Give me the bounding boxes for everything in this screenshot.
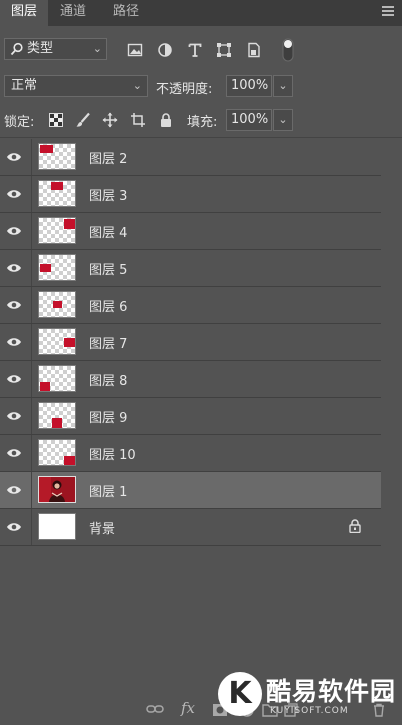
layer-thumbnail bbox=[38, 180, 76, 207]
panel-menu-icon[interactable] bbox=[382, 6, 394, 18]
layer-thumbnail bbox=[38, 254, 76, 281]
adjustment-filter-icon[interactable] bbox=[157, 42, 173, 58]
layer-name: 图层 8 bbox=[89, 374, 128, 389]
layer-name: 图层 5 bbox=[89, 263, 128, 278]
eye-icon[interactable] bbox=[6, 261, 22, 275]
layer-row[interactable]: 图层 4 bbox=[0, 213, 381, 250]
divider bbox=[31, 139, 32, 175]
divider bbox=[0, 137, 402, 138]
fill-dropdown-button[interactable]: ⌄ bbox=[273, 109, 293, 131]
layer-name: 背景 bbox=[89, 522, 116, 537]
layer-row-selected[interactable]: 图层 1 bbox=[0, 472, 381, 509]
eye-icon[interactable] bbox=[6, 335, 22, 349]
smart-object-filter-icon[interactable] bbox=[246, 42, 262, 58]
tab-channels[interactable]: 通道 bbox=[50, 0, 96, 26]
filter-kind-select[interactable]: 类型 ⌄ bbox=[4, 38, 107, 60]
lock-icon[interactable] bbox=[349, 519, 361, 533]
blend-mode-select[interactable]: 正常 ⌄ bbox=[4, 75, 148, 97]
fill-input[interactable]: 100% bbox=[226, 109, 272, 131]
layer-row[interactable]: 图层 2 bbox=[0, 139, 381, 176]
layer-row[interactable]: 图层 6 bbox=[0, 287, 381, 324]
divider bbox=[31, 250, 32, 286]
eye-icon[interactable] bbox=[6, 298, 22, 312]
lock-transparent-pixels-icon[interactable] bbox=[48, 112, 64, 128]
opacity-dropdown-button[interactable]: ⌄ bbox=[273, 75, 293, 97]
lock-fill-bar: 锁定: 填充: 100% ⌄ bbox=[0, 106, 402, 134]
fx-icon[interactable]: fx bbox=[181, 699, 195, 717]
divider bbox=[31, 213, 32, 249]
layer-thumbnail bbox=[38, 365, 76, 392]
watermark-subtitle: KUYISOFT.COM bbox=[270, 706, 349, 716]
filter-kind-label: 类型 bbox=[27, 41, 54, 56]
artboard-lock-icon[interactable] bbox=[130, 112, 146, 128]
layer-thumbnail bbox=[38, 439, 76, 466]
layer-name: 图层 6 bbox=[89, 300, 128, 315]
filter-bar: 类型 ⌄ bbox=[0, 36, 402, 64]
watermark-logo: K bbox=[218, 672, 262, 716]
panel-tabbar: 图层 通道 路径 bbox=[0, 0, 402, 26]
layer-row[interactable]: 图层 5 bbox=[0, 250, 381, 287]
layer-name: 图层 10 bbox=[89, 448, 136, 463]
layer-thumbnail bbox=[38, 402, 76, 429]
layer-row-background[interactable]: 背景 bbox=[0, 509, 381, 546]
layer-thumbnail bbox=[38, 143, 76, 170]
lock-position-icon[interactable] bbox=[102, 112, 118, 128]
divider bbox=[31, 472, 32, 508]
layer-name: 图层 3 bbox=[89, 189, 128, 204]
opacity-label: 不透明度: bbox=[156, 82, 213, 97]
divider bbox=[31, 176, 32, 212]
eye-icon[interactable] bbox=[6, 409, 22, 423]
layer-name: 图层 2 bbox=[89, 152, 128, 167]
type-filter-icon[interactable] bbox=[187, 42, 203, 58]
layer-name: 图层 1 bbox=[89, 485, 128, 500]
tab-paths[interactable]: 路径 bbox=[104, 0, 148, 26]
eye-icon[interactable] bbox=[6, 224, 22, 238]
watermark-title: 酷易软件园 bbox=[266, 677, 397, 706]
watermark: K 酷易软件园 KUYISOFT.COM bbox=[214, 670, 400, 722]
layer-thumbnail bbox=[38, 328, 76, 355]
layer-name: 图层 7 bbox=[89, 337, 128, 352]
blend-opacity-bar: 正常 ⌄ 不透明度: 100% ⌄ bbox=[0, 72, 402, 100]
eye-icon[interactable] bbox=[6, 446, 22, 460]
divider bbox=[31, 324, 32, 360]
layer-row[interactable]: 图层 9 bbox=[0, 398, 381, 435]
layer-thumbnail bbox=[38, 291, 76, 318]
layer-thumbnail bbox=[38, 217, 76, 244]
divider bbox=[31, 287, 32, 323]
divider bbox=[31, 398, 32, 434]
photo-thumbnail-image bbox=[39, 477, 75, 502]
eye-icon[interactable] bbox=[6, 150, 22, 164]
search-icon bbox=[10, 42, 23, 56]
layer-row[interactable]: 图层 3 bbox=[0, 176, 381, 213]
link-icon[interactable] bbox=[146, 703, 164, 715]
layers-list: 图层 2 图层 3 图层 4 图层 5 图层 6 图层 7 图层 8 图层 9 … bbox=[0, 139, 381, 546]
shape-filter-icon[interactable] bbox=[216, 42, 232, 58]
filter-toggle-switch[interactable] bbox=[282, 38, 294, 62]
layer-row[interactable]: 图层 8 bbox=[0, 361, 381, 398]
chevron-down-icon: ⌄ bbox=[92, 42, 102, 55]
layer-thumbnail bbox=[38, 476, 76, 503]
layer-name: 图层 4 bbox=[89, 226, 128, 241]
fill-label: 填充: bbox=[187, 115, 218, 130]
eye-icon[interactable] bbox=[6, 520, 22, 534]
divider bbox=[31, 361, 32, 397]
lock-label: 锁定: bbox=[4, 115, 35, 130]
opacity-input[interactable]: 100% bbox=[226, 75, 272, 97]
eye-icon[interactable] bbox=[6, 372, 22, 386]
tab-layers[interactable]: 图层 bbox=[0, 0, 48, 26]
chevron-down-icon: ⌄ bbox=[132, 79, 142, 92]
eye-icon[interactable] bbox=[6, 187, 22, 201]
image-filter-icon[interactable] bbox=[127, 42, 143, 58]
lock-image-pixels-icon[interactable] bbox=[75, 112, 91, 128]
divider bbox=[31, 509, 32, 545]
watermark-logo-letter: K bbox=[228, 676, 252, 711]
eye-icon[interactable] bbox=[6, 483, 22, 497]
divider bbox=[31, 435, 32, 471]
lock-all-icon[interactable] bbox=[158, 112, 174, 128]
layer-row[interactable]: 图层 7 bbox=[0, 324, 381, 361]
layer-row[interactable]: 图层 10 bbox=[0, 435, 381, 472]
blend-mode-value: 正常 bbox=[11, 78, 38, 93]
layer-name: 图层 9 bbox=[89, 411, 128, 426]
layer-thumbnail bbox=[38, 513, 76, 540]
